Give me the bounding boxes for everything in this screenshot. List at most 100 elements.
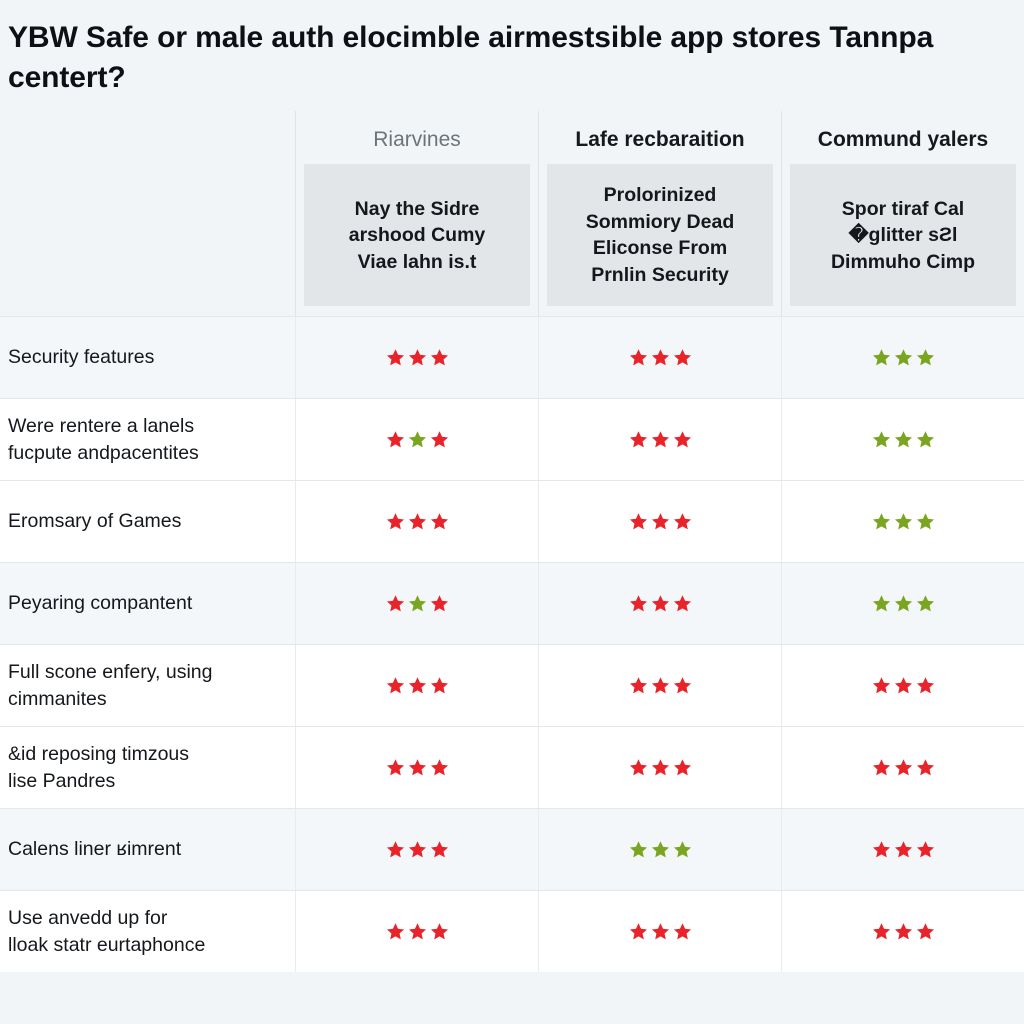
- star-icon: [629, 431, 647, 448]
- star-icon: [408, 759, 426, 776]
- star-icon: [916, 513, 934, 530]
- column-header-subtitle-0: Nay the Sidre arshood Cumy Viae lahn is.…: [348, 197, 486, 273]
- star-icon: [916, 677, 934, 694]
- column-header-box-1: Prolorinized Sommiory Dead Eliconse From…: [547, 164, 773, 307]
- table-row: Calens liner ʁimrent: [0, 808, 1024, 891]
- table-body: Security features Were rentere a lanels f…: [0, 316, 1024, 973]
- star-icon: [386, 923, 404, 940]
- rating-cell: [295, 809, 538, 891]
- star-rating: [386, 594, 449, 613]
- star-icon: [673, 349, 691, 366]
- rating-cell: [781, 481, 1024, 563]
- star-rating: [629, 348, 692, 367]
- row-label: &id reposing timzous lise Pandres: [8, 742, 190, 792]
- star-icon: [430, 349, 448, 366]
- star-icon: [872, 841, 890, 858]
- star-icon: [916, 349, 934, 366]
- rating-cell: [781, 399, 1024, 481]
- star-icon: [651, 595, 669, 612]
- rating-cell: [538, 317, 781, 399]
- star-rating: [386, 840, 449, 859]
- star-icon: [894, 349, 912, 366]
- star-icon: [629, 923, 647, 940]
- star-rating: [872, 758, 935, 777]
- star-rating: [872, 512, 935, 531]
- star-icon: [651, 759, 669, 776]
- table-row: Peyaring compantent: [0, 562, 1024, 645]
- row-label: Security features: [8, 346, 155, 369]
- star-icon: [386, 513, 404, 530]
- star-icon: [894, 923, 912, 940]
- column-header-subtitle-1: Prolorinized Sommiory Dead Eliconse From…: [585, 184, 735, 286]
- star-icon: [673, 923, 691, 940]
- column-header-2: Commund yalers Spor tiraf Cal �glitter s…: [781, 111, 1024, 317]
- star-icon: [386, 349, 404, 366]
- star-rating: [629, 840, 692, 859]
- header-empty-corner: [0, 111, 295, 316]
- column-header-title-0: Riarvines: [373, 128, 461, 152]
- star-icon: [673, 595, 691, 612]
- row-label-cell: Security features: [0, 317, 295, 398]
- row-label: Full scone enfery, using cimmanites: [8, 660, 213, 710]
- star-icon: [651, 513, 669, 530]
- star-icon: [386, 677, 404, 694]
- rating-cell: [295, 727, 538, 809]
- star-icon: [872, 431, 890, 448]
- column-header-box-2: Spor tiraf Cal �glitter sƧl Dimmuho Cimp: [790, 164, 1016, 307]
- star-icon: [872, 677, 890, 694]
- row-label: Calens liner ʁimrent: [8, 838, 182, 861]
- star-icon: [651, 841, 669, 858]
- star-rating: [872, 676, 935, 695]
- star-rating: [386, 512, 449, 531]
- table-row: Security features: [0, 316, 1024, 399]
- page-title: YBW Safe or male auth elocimble airmests…: [8, 21, 934, 94]
- star-icon: [894, 595, 912, 612]
- rating-cell: [295, 399, 538, 481]
- star-icon: [629, 677, 647, 694]
- star-icon: [872, 923, 890, 940]
- rating-cell: [295, 563, 538, 645]
- star-icon: [430, 841, 448, 858]
- rating-cell: [295, 481, 538, 563]
- star-icon: [673, 513, 691, 530]
- star-rating: [386, 430, 449, 449]
- column-header-title-2: Commund yalers: [817, 128, 989, 152]
- star-rating: [629, 676, 692, 695]
- star-rating: [386, 348, 449, 367]
- star-rating: [872, 840, 935, 859]
- star-icon: [386, 431, 404, 448]
- star-icon: [651, 923, 669, 940]
- star-icon: [651, 677, 669, 694]
- row-label-cell: Peyaring compantent: [0, 563, 295, 644]
- star-icon: [629, 595, 647, 612]
- rating-cell: [781, 891, 1024, 973]
- star-icon: [872, 595, 890, 612]
- row-label-cell: Use anvedd up for lloak statr eurtaphonc…: [0, 891, 295, 972]
- rating-cell: [295, 645, 538, 727]
- star-rating: [872, 348, 935, 367]
- star-icon: [408, 923, 426, 940]
- star-icon: [629, 841, 647, 858]
- rating-cell: [295, 891, 538, 973]
- star-icon: [894, 841, 912, 858]
- comparison-table: Riarvines Nay the Sidre arshood Cumy Via…: [0, 111, 1024, 1024]
- row-label: Use anvedd up for lloak statr eurtaphonc…: [8, 906, 206, 956]
- star-icon: [386, 595, 404, 612]
- star-icon: [629, 513, 647, 530]
- rating-cell: [538, 399, 781, 481]
- table-row: Eromsary of Games: [0, 480, 1024, 563]
- star-icon: [916, 431, 934, 448]
- star-icon: [916, 595, 934, 612]
- star-rating: [872, 922, 935, 941]
- rating-cell: [538, 481, 781, 563]
- star-icon: [673, 431, 691, 448]
- table-row: Use anvedd up for lloak statr eurtaphonc…: [0, 890, 1024, 973]
- row-label: Were rentere a lanels fucpute andpacenti…: [8, 414, 199, 464]
- rating-cell: [295, 317, 538, 399]
- rating-cell: [781, 317, 1024, 399]
- star-icon: [430, 431, 448, 448]
- star-rating: [629, 594, 692, 613]
- star-icon: [386, 759, 404, 776]
- rating-cell: [538, 891, 781, 973]
- star-icon: [430, 923, 448, 940]
